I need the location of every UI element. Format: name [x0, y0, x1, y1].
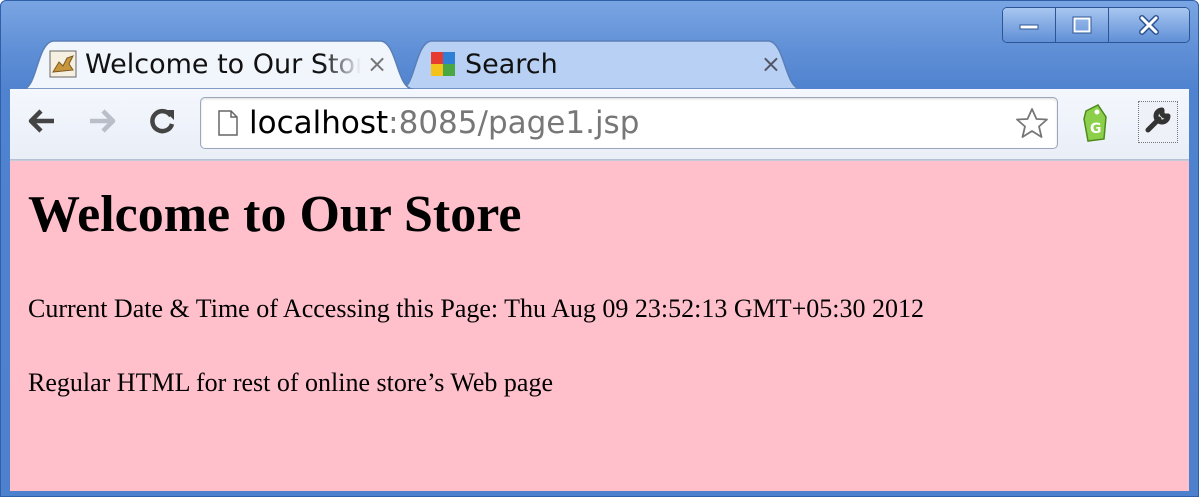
- avg-search-icon: [429, 50, 457, 78]
- body-text: Regular HTML for rest of online store’s …: [28, 368, 553, 397]
- page-content: Welcome to Our Store Current Date & Time…: [10, 160, 1189, 491]
- datetime-text: Current Date & Time of Accessing this Pa…: [28, 294, 924, 323]
- forward-arrow-icon: [87, 108, 117, 138]
- tomcat-icon: [49, 50, 77, 78]
- window-controls: [1002, 7, 1190, 43]
- tab-close-button[interactable]: ×: [367, 50, 387, 78]
- forward-button[interactable]: [82, 103, 122, 143]
- star-icon[interactable]: [1015, 107, 1049, 143]
- back-arrow-icon: [27, 108, 57, 138]
- tab-welcome-store[interactable]: Welcome to Our Store ×: [23, 39, 413, 89]
- tab-strip: Search × Welcome to Our Store ×: [1, 39, 1198, 118]
- menu-button[interactable]: [1138, 101, 1178, 143]
- tab-title: Search: [465, 48, 558, 80]
- close-window-button[interactable]: [1109, 8, 1189, 42]
- address-bar[interactable]: localhost:8085/page1.jsp: [200, 97, 1058, 149]
- url-path: :8085/page1.jsp: [388, 105, 640, 141]
- maximize-button[interactable]: [1056, 8, 1109, 42]
- maximize-icon: [1072, 16, 1092, 34]
- minimize-icon: [1018, 19, 1040, 31]
- reload-button[interactable]: [142, 103, 182, 143]
- browser-toolbar: localhost:8085/page1.jsp G: [10, 89, 1189, 160]
- svg-text:G: G: [1090, 121, 1102, 137]
- tab-title: Welcome to Our Store: [85, 48, 361, 80]
- page-icon: [217, 109, 239, 137]
- reload-icon: [147, 106, 177, 140]
- back-button[interactable]: [22, 103, 62, 143]
- price-tag-icon[interactable]: G: [1080, 103, 1110, 143]
- wrench-icon: [1144, 106, 1172, 138]
- tab-close-button[interactable]: ×: [761, 50, 781, 78]
- close-icon: [1138, 15, 1160, 35]
- url-host: localhost: [249, 105, 389, 141]
- tab-search[interactable]: Search ×: [401, 39, 801, 89]
- page-heading: Welcome to Our Store: [28, 186, 522, 243]
- minimize-button[interactable]: [1003, 8, 1056, 42]
- browser-window: Search × Welcome to Our Store × localhos…: [0, 0, 1199, 497]
- url-text: localhost:8085/page1.jsp: [249, 105, 639, 141]
